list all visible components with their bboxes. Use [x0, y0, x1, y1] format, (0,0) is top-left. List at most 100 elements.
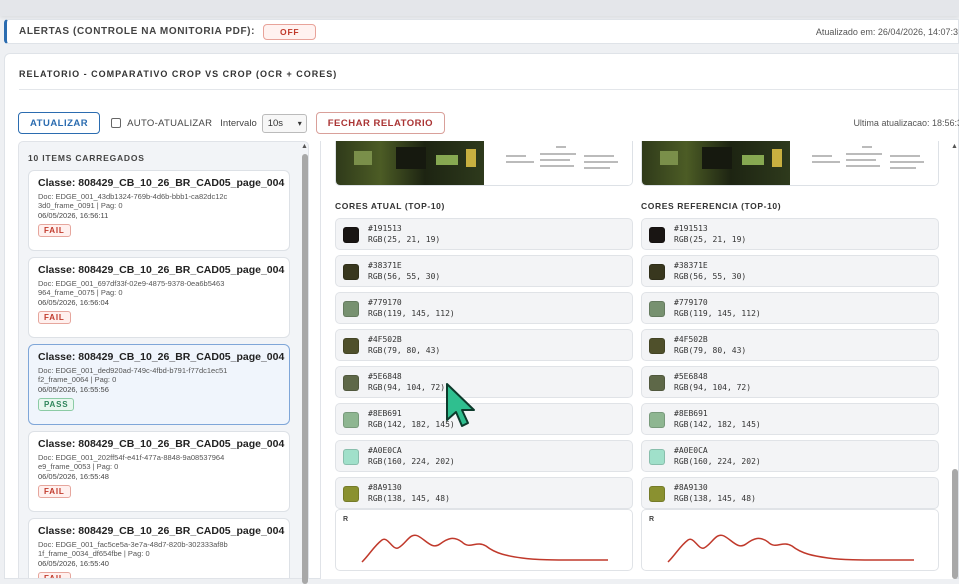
color-hex: #8A9130 [674, 483, 708, 492]
list-item[interactable]: Classe: 808429_CB_10_26_BR_CAD05_page_00… [28, 518, 290, 578]
color-swatch [343, 449, 359, 465]
color-hex: #5E6848 [368, 372, 402, 381]
reference-colors-title: CORES REFERENCIA (TOP-10) [641, 201, 782, 211]
list-item[interactable]: Classe: 808429_CB_10_26_BR_CAD05_page_00… [28, 431, 290, 512]
current-color-row: #8EB691 RGB(142, 182, 145) [335, 403, 633, 435]
color-hex: #4F502B [674, 335, 708, 344]
item-title: Classe: 808429_CB_10_26_BR_CAD05_page_00… [38, 438, 285, 450]
reference-color-row: #8EB691 RGB(142, 182, 145) [641, 403, 939, 435]
color-rgb: RGB(142, 182, 145) [368, 420, 455, 429]
auto-update-label: AUTO-ATUALIZAR [127, 117, 213, 129]
reference-histogram-r: R [641, 509, 939, 571]
item-doc: Doc: EDGE_001_202ff54f-e41f-477a-8848-9a… [38, 453, 225, 471]
color-rgb: RGB(119, 145, 112) [368, 309, 455, 318]
color-hex: #4F502B [368, 335, 402, 344]
color-swatch [649, 227, 665, 243]
item-title: Classe: 808429_CB_10_26_BR_CAD05_page_00… [38, 264, 285, 276]
color-swatch [649, 264, 665, 280]
list-scrollbar[interactable]: ▲ [301, 141, 309, 584]
current-color-row: #4F502B RGB(79, 80, 43) [335, 329, 633, 361]
current-histogram-r: R [335, 509, 633, 571]
current-crop-image [336, 141, 484, 185]
status-badge: FAIL [38, 485, 71, 498]
color-hex: #A0E0CA [674, 446, 708, 455]
reference-color-row: #A0E0CA RGB(160, 224, 202) [641, 440, 939, 472]
current-color-row: #38371E RGB(56, 55, 30) [335, 255, 633, 287]
color-hex: #191513 [674, 224, 708, 233]
reference-crop-image [642, 141, 790, 185]
color-swatch [649, 338, 665, 354]
color-swatch [649, 375, 665, 391]
alerts-status-toggle[interactable]: OFF [263, 23, 317, 40]
list-item[interactable]: Classe: 808429_CB_10_26_BR_CAD05_page_00… [28, 257, 290, 338]
alerts-bar: ALERTAS (CONTROLE NA MONITORIA PDF): OFF… [4, 19, 959, 44]
color-hex: #A0E0CA [368, 446, 402, 455]
alerts-title: ALERTAS (CONTROLE NA MONITORIA PDF): [19, 26, 256, 37]
color-rgb: RGB(56, 55, 30) [674, 272, 747, 281]
interval-label: Intervalo [220, 117, 257, 129]
color-swatch [649, 486, 665, 502]
histogram-curve [667, 534, 914, 563]
color-swatch [649, 301, 665, 317]
top-strip [0, 0, 959, 16]
item-doc: Doc: EDGE_001_43db1324-769b-4d6b-bbb1-ca… [38, 192, 228, 210]
current-color-row: #8A9130 RGB(138, 145, 48) [335, 477, 633, 509]
color-hex: #779170 [368, 298, 402, 307]
items-list-panel: 10 ITEMS CARREGADOS Classe: 808429_CB_10… [18, 141, 309, 579]
auto-update-checkbox[interactable] [111, 118, 122, 128]
color-rgb: RGB(160, 224, 202) [674, 457, 761, 466]
color-swatch [343, 227, 359, 243]
item-timestamp: 06/05/2026, 16:55:48 [38, 472, 109, 481]
item-doc: Doc: EDGE_001_ded920ad-749c-4fbd-b791-f7… [38, 366, 228, 384]
color-hex: #38371E [368, 261, 402, 270]
close-report-button[interactable]: FECHAR RELATORIO [315, 112, 446, 134]
reference-doc-image [792, 141, 938, 185]
interval-select[interactable]: 10s ▾ [261, 113, 307, 133]
color-rgb: RGB(25, 21, 19) [674, 235, 747, 244]
color-swatch [343, 412, 359, 428]
item-timestamp: 06/05/2026, 16:55:56 [38, 385, 109, 394]
color-rgb: RGB(138, 145, 48) [674, 494, 756, 503]
current-color-row: #5E6848 RGB(94, 104, 72) [335, 366, 633, 398]
item-timestamp: 06/05/2026, 16:56:04 [38, 298, 109, 307]
alerts-updated-text: Atualizado em: 26/04/2026, 14:07:3 [815, 26, 958, 37]
reference-color-row: #38371E RGB(56, 55, 30) [641, 255, 939, 287]
color-rgb: RGB(79, 80, 43) [674, 346, 747, 355]
reference-color-row: #8A9130 RGB(138, 145, 48) [641, 477, 939, 509]
scroll-up-icon[interactable]: ▲ [301, 143, 308, 150]
comparison-scrollbar-thumb[interactable] [952, 469, 958, 579]
scroll-up-icon[interactable]: ▲ [951, 143, 958, 150]
comparison-panel: CORES ATUAL (TOP-10) CORES REFERENCIA (T… [320, 141, 954, 579]
list-item[interactable]: Classe: 808429_CB_10_26_BR_CAD05_page_00… [28, 170, 290, 251]
color-rgb: RGB(79, 80, 43) [368, 346, 441, 355]
comparison-scrollbar[interactable]: ▲ [950, 141, 959, 579]
item-timestamp: 06/05/2026, 16:55:40 [38, 559, 109, 568]
update-button[interactable]: ATUALIZAR [18, 112, 101, 134]
color-rgb: RGB(119, 145, 112) [674, 309, 761, 318]
status-badge: FAIL [38, 311, 71, 324]
color-hex: #8EB691 [368, 409, 402, 418]
list-scrollbar-thumb[interactable] [302, 154, 308, 584]
current-color-row: #A0E0CA RGB(160, 224, 202) [335, 440, 633, 472]
list-item[interactable]: Classe: 808429_CB_10_26_BR_CAD05_page_00… [28, 344, 290, 425]
item-timestamp: 06/05/2026, 16:56:11 [38, 211, 109, 220]
histogram-curve [361, 534, 608, 563]
status-badge: FAIL [38, 224, 71, 237]
interval-value: 10s [267, 117, 284, 129]
color-rgb: RGB(160, 224, 202) [368, 457, 455, 466]
current-crop-preview [335, 141, 633, 186]
reference-color-row: #779170 RGB(119, 145, 112) [641, 292, 939, 324]
item-title: Classe: 808429_CB_10_26_BR_CAD05_page_00… [38, 351, 285, 363]
items-count-title: 10 ITEMS CARREGADOS [28, 153, 145, 163]
item-doc: Doc: EDGE_001_fac5ce5a-3e7a-48d7-820b-30… [38, 540, 228, 558]
color-swatch [649, 412, 665, 428]
item-doc: Doc: EDGE_001_697df33f-02e9-4875-9378-0e… [38, 279, 225, 297]
color-swatch [343, 264, 359, 280]
color-hex: #5E6848 [674, 372, 708, 381]
color-rgb: RGB(142, 182, 145) [674, 420, 761, 429]
color-rgb: RGB(56, 55, 30) [368, 272, 441, 281]
color-swatch [343, 338, 359, 354]
color-swatch [343, 486, 359, 502]
reference-crop-preview [641, 141, 939, 186]
color-rgb: RGB(94, 104, 72) [368, 383, 446, 392]
